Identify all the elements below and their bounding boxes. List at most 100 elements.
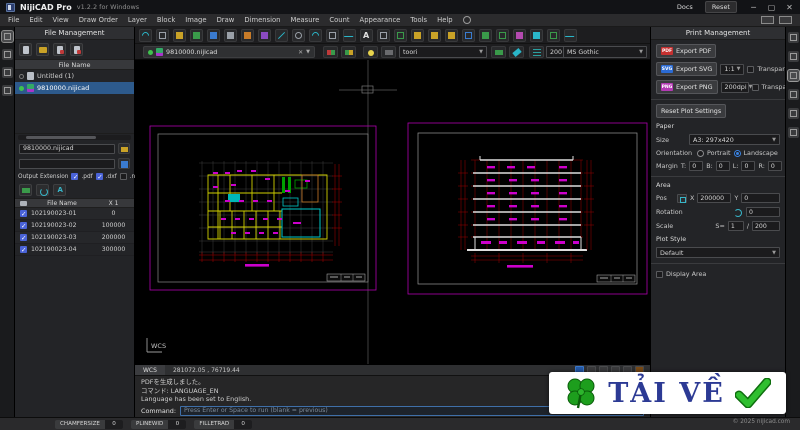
purge-icon[interactable] [258,28,271,42]
tools-tab-icon[interactable] [787,32,799,43]
menu-draw-order[interactable]: Draw Order [79,16,118,24]
reset-button[interactable]: Reset [704,1,737,13]
layer-isolate-icon[interactable] [491,46,506,58]
font-select[interactable]: MS Gothic ▼ [563,46,647,58]
close-icon[interactable]: ✕ [785,3,794,12]
scale-numerator-input[interactable] [727,221,744,231]
filletrad-status[interactable]: FILLETRAD 0 [194,419,253,429]
file-row-untitled[interactable]: Untitled (1) [15,70,134,82]
selection-icon[interactable] [547,28,560,42]
annotate-tab-icon[interactable] [787,89,799,100]
redo-icon[interactable] [156,28,169,42]
pdf-checkbox[interactable] [71,173,79,181]
display-area-checkbox[interactable] [656,270,663,278]
export-pdf-button[interactable]: PDF Export PDF [656,44,717,58]
output-name-input[interactable] [19,143,115,154]
file-management-tab-icon[interactable] [0,30,14,43]
block-edit-icon[interactable] [445,28,458,42]
tab-dropdown-icon[interactable]: ▼ [306,49,310,55]
row-checkbox[interactable] [19,246,27,254]
menu-tools[interactable]: Tools [410,16,427,24]
batch-row[interactable]: 102190023-01 0 [15,208,134,220]
menu-help[interactable]: Help [437,16,453,24]
row-checkbox[interactable] [19,210,27,218]
insert-block-icon[interactable] [428,28,441,42]
print-icon[interactable] [224,28,237,42]
row-checkbox[interactable] [19,234,27,242]
layer-visibility-icon[interactable] [363,46,378,58]
scale-denominator-input[interactable] [752,221,780,231]
menu-appearance[interactable]: Appearance [360,16,401,24]
align-icon[interactable] [513,28,526,42]
rotate-icon[interactable] [733,208,743,217]
new-file-icon[interactable] [19,43,32,56]
margin-bottom-input[interactable] [715,161,730,171]
menu-edit[interactable]: Edit [29,16,42,24]
batch-row[interactable]: 102190023-04 300000 [15,244,134,256]
measure-icon[interactable] [496,28,509,42]
pos-x-input[interactable] [697,193,732,203]
export-svg-button[interactable]: SVG Export SVG [656,62,718,76]
plot-stamp-icon[interactable] [241,28,254,42]
reset-plot-settings-button[interactable]: Reset Plot Settings [656,104,727,118]
menu-image[interactable]: Image [185,16,206,24]
nijicad-checkbox[interactable] [119,173,127,180]
paper-size-select[interactable]: A3: 297x420 ▼ [689,134,780,145]
minimize-icon[interactable]: ─ [749,3,758,12]
close-file-icon[interactable] [53,43,66,56]
portrait-radio[interactable] [697,149,704,157]
text-tool-icon[interactable] [360,28,373,42]
refresh-icon[interactable] [36,184,49,196]
layer-manager-icon[interactable] [341,46,356,58]
export-png-button[interactable]: PNG Export PNG [656,80,718,94]
rotation-input[interactable] [746,207,780,217]
dxf-checkbox[interactable] [95,173,103,181]
rectangle-tool-icon[interactable] [326,28,339,42]
docs-button[interactable]: Docs [671,2,699,12]
line-tool-icon[interactable] [275,28,288,42]
export-folder-icon[interactable] [19,184,32,196]
print-tab-icon[interactable] [786,69,800,82]
svg-scale-select[interactable]: 1:1 ▼ [720,63,745,75]
layer-select[interactable]: toori ▼ [399,46,487,58]
arc-tool-icon[interactable] [309,28,322,42]
undo-icon[interactable] [139,28,152,42]
images-tab-icon[interactable] [1,85,13,96]
menu-view[interactable]: View [53,16,69,24]
pick-point-icon[interactable] [677,193,687,203]
list-tab-icon[interactable] [787,108,799,119]
menu-file[interactable]: File [8,16,19,24]
row-checkbox[interactable] [19,222,27,230]
remove-file-icon[interactable] [70,43,83,56]
window-layout-icon[interactable] [779,16,792,24]
margin-right-input[interactable] [767,161,782,171]
maximize-icon[interactable]: ▢ [767,3,776,12]
cad-canvas[interactable]: WCS [135,60,650,364]
browse-folder-icon[interactable] [118,143,130,154]
auto-name-icon[interactable] [53,184,66,196]
polyline-tool-icon[interactable] [343,28,356,42]
array-icon[interactable] [479,28,492,42]
menu-measure[interactable]: Measure [290,16,319,24]
file-row-current[interactable]: 9810000.nijicad [15,82,134,94]
blocks-tab-icon[interactable] [1,67,13,78]
hatch-tool-icon[interactable] [377,28,390,42]
svg-transparent-checkbox[interactable] [747,65,755,73]
margin-left-input[interactable] [741,161,756,171]
block-icon[interactable] [411,28,424,42]
menu-count[interactable]: Count [329,16,349,24]
png-dpi-select[interactable]: 200dpi ▼ [720,81,753,93]
save-output-icon[interactable] [118,158,130,169]
save-as-icon[interactable] [207,28,220,42]
copy-icon[interactable] [462,28,475,42]
match-properties-icon[interactable] [509,46,524,58]
margin-top-input[interactable] [689,161,704,171]
open-icon[interactable] [173,28,186,42]
layer-states-icon[interactable] [323,46,338,58]
menu-dimension[interactable]: Dimension [244,16,280,24]
menu-layer[interactable]: Layer [128,16,147,24]
image-tool-icon[interactable] [394,28,407,42]
save-icon[interactable] [190,28,203,42]
settings-tab-icon[interactable] [787,127,799,138]
horizontal-scrollbar[interactable] [18,135,131,140]
